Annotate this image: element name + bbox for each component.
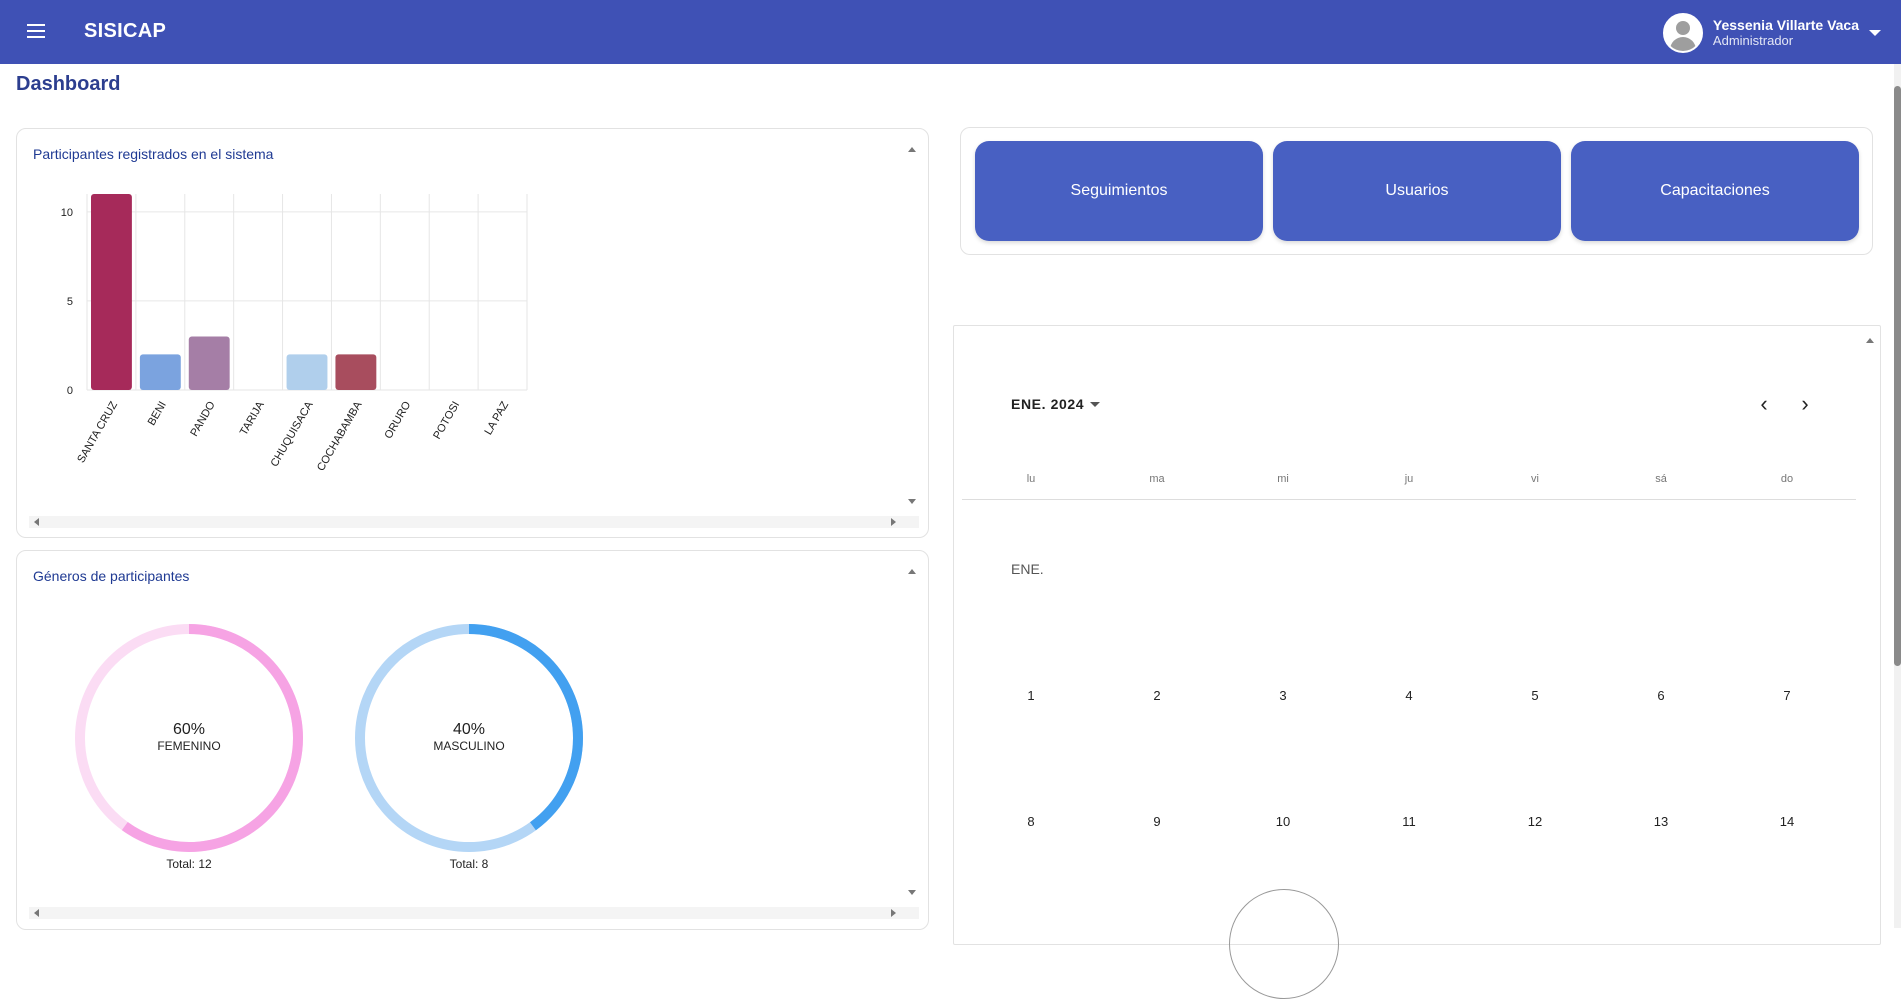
bar[interactable] bbox=[188, 336, 230, 390]
weekday-label: do bbox=[1780, 473, 1794, 485]
x-tick-label: SANTA CRUZ bbox=[75, 399, 120, 465]
usuarios-button[interactable]: Usuarios bbox=[1273, 141, 1561, 241]
capacitaciones-button[interactable]: Capacitaciones bbox=[1571, 141, 1859, 241]
weekday-label: vi bbox=[1531, 473, 1539, 485]
calendar-day[interactable]: 4 bbox=[1389, 688, 1429, 703]
bar[interactable] bbox=[139, 354, 181, 390]
calendar-day[interactable]: 7 bbox=[1767, 688, 1807, 703]
scroll-right-arrow[interactable] bbox=[891, 518, 896, 526]
calendar-day[interactable]: 14 bbox=[1767, 814, 1807, 829]
bar[interactable] bbox=[91, 194, 132, 390]
scroll-up-arrow[interactable] bbox=[908, 569, 916, 574]
x-tick-label: POTOSI bbox=[431, 400, 462, 442]
bar[interactable] bbox=[286, 354, 328, 390]
menu-icon[interactable] bbox=[22, 20, 50, 44]
x-tick-label: BENI bbox=[146, 400, 169, 428]
scroll-down-arrow[interactable] bbox=[908, 499, 916, 504]
month-year-label: ENE. 2024 bbox=[1011, 396, 1085, 412]
masculino-label: MASCULINO bbox=[433, 739, 505, 753]
y-tick-label: 5 bbox=[67, 296, 73, 308]
month-year-selector[interactable]: ENE. 2024 bbox=[1011, 396, 1101, 412]
calendar-divider bbox=[962, 499, 1856, 500]
calendar-day[interactable]: 5 bbox=[1515, 688, 1555, 703]
scroll-left-arrow[interactable] bbox=[34, 518, 39, 526]
scroll-right-arrow[interactable] bbox=[891, 909, 896, 917]
genders-card-title: Géneros de participantes bbox=[33, 568, 190, 584]
seguimientos-button[interactable]: Seguimientos bbox=[975, 141, 1263, 241]
scroll-down-arrow[interactable] bbox=[908, 890, 916, 895]
y-tick-label: 0 bbox=[67, 385, 73, 397]
weekday-label: ju bbox=[1404, 473, 1414, 485]
calendar-day[interactable]: 11 bbox=[1389, 814, 1429, 829]
page-scrollbar-thumb[interactable] bbox=[1894, 86, 1901, 666]
weekday-label: sá bbox=[1655, 473, 1667, 485]
calendar-card: ENE. 2024 ‹ › lu ma mi ju vi sá do ENE. 123456… bbox=[953, 325, 1881, 999]
masculino-donut-label: 40% MASCULINO bbox=[409, 721, 529, 753]
calendar-day[interactable]: 13 bbox=[1641, 814, 1681, 829]
x-tick-label: PANDO bbox=[188, 399, 218, 439]
horizontal-scrollbar[interactable] bbox=[29, 907, 919, 919]
weekday-label: mi bbox=[1277, 473, 1289, 485]
user-name: Yessenia Villarte Vaca bbox=[1712, 17, 1859, 33]
calendar-day[interactable]: 6 bbox=[1641, 688, 1681, 703]
user-menu[interactable]: Yessenia Villarte Vaca Administrador bbox=[1662, 12, 1881, 54]
masculino-total: Total: 8 bbox=[449, 857, 489, 871]
y-tick-label: 10 bbox=[61, 207, 73, 219]
top-app-bar: SISICAP Yessenia Villarte Vaca Administr… bbox=[0, 0, 1901, 64]
participants-card: Participantes registrados en el sistema … bbox=[16, 128, 929, 538]
femenino-percent: 60% bbox=[172, 721, 206, 738]
participants-card-title: Participantes registrados en el sistema bbox=[33, 146, 274, 162]
x-tick-label: TARIJA bbox=[238, 399, 267, 438]
previous-month-button[interactable]: ‹ bbox=[1754, 393, 1774, 416]
app-title: SISICAP bbox=[84, 20, 167, 42]
calendar-day[interactable]: 1 bbox=[1011, 688, 1051, 703]
femenino-label: FEMENINO bbox=[157, 739, 221, 753]
page-scrollbar[interactable] bbox=[1894, 64, 1901, 928]
weekday-label: lu bbox=[1026, 473, 1036, 485]
calendar-day[interactable]: 3 bbox=[1263, 688, 1303, 703]
calendar-day[interactable]: 12 bbox=[1515, 814, 1555, 829]
selected-day-ring bbox=[1229, 889, 1339, 999]
femenino-total: Total: 12 bbox=[166, 857, 212, 871]
scroll-left-arrow[interactable] bbox=[34, 909, 39, 917]
x-tick-label: ORURO bbox=[383, 399, 414, 441]
next-month-button[interactable]: › bbox=[1795, 393, 1815, 416]
weekday-label: ma bbox=[1149, 473, 1165, 485]
x-tick-label: COCHABAMBA bbox=[315, 399, 365, 473]
scroll-up-arrow[interactable] bbox=[1866, 338, 1874, 343]
x-tick-label: CHUQUISACA bbox=[269, 399, 316, 469]
horizontal-scrollbar[interactable] bbox=[29, 516, 919, 528]
genders-card: Géneros de participantes 60% FEMENINO To… bbox=[16, 550, 929, 930]
calendar-day[interactable]: 10 bbox=[1263, 814, 1303, 829]
bar[interactable] bbox=[335, 354, 377, 390]
femenino-donut-label: 60% FEMENINO bbox=[129, 721, 249, 753]
page-title: Dashboard bbox=[16, 73, 121, 95]
x-tick-label: LA PAZ bbox=[483, 399, 512, 437]
calendar-day[interactable]: 9 bbox=[1137, 814, 1177, 829]
participants-bar-chart: 0 5 10 SANTA CRUZ BENI PANDO TARIJA CHUQUISACA C… bbox=[61, 194, 528, 473]
user-role: Administrador bbox=[1712, 33, 1794, 48]
calendar-day[interactable]: 2 bbox=[1137, 688, 1177, 703]
chevron-down-icon bbox=[1090, 401, 1101, 407]
month-short-label: ENE. bbox=[1011, 561, 1044, 577]
scroll-up-arrow[interactable] bbox=[908, 147, 916, 152]
chevron-down-icon bbox=[1869, 30, 1881, 36]
calendar-day[interactable]: 8 bbox=[1011, 814, 1051, 829]
masculino-percent: 40% bbox=[452, 721, 486, 738]
avatar-icon bbox=[1662, 13, 1703, 53]
